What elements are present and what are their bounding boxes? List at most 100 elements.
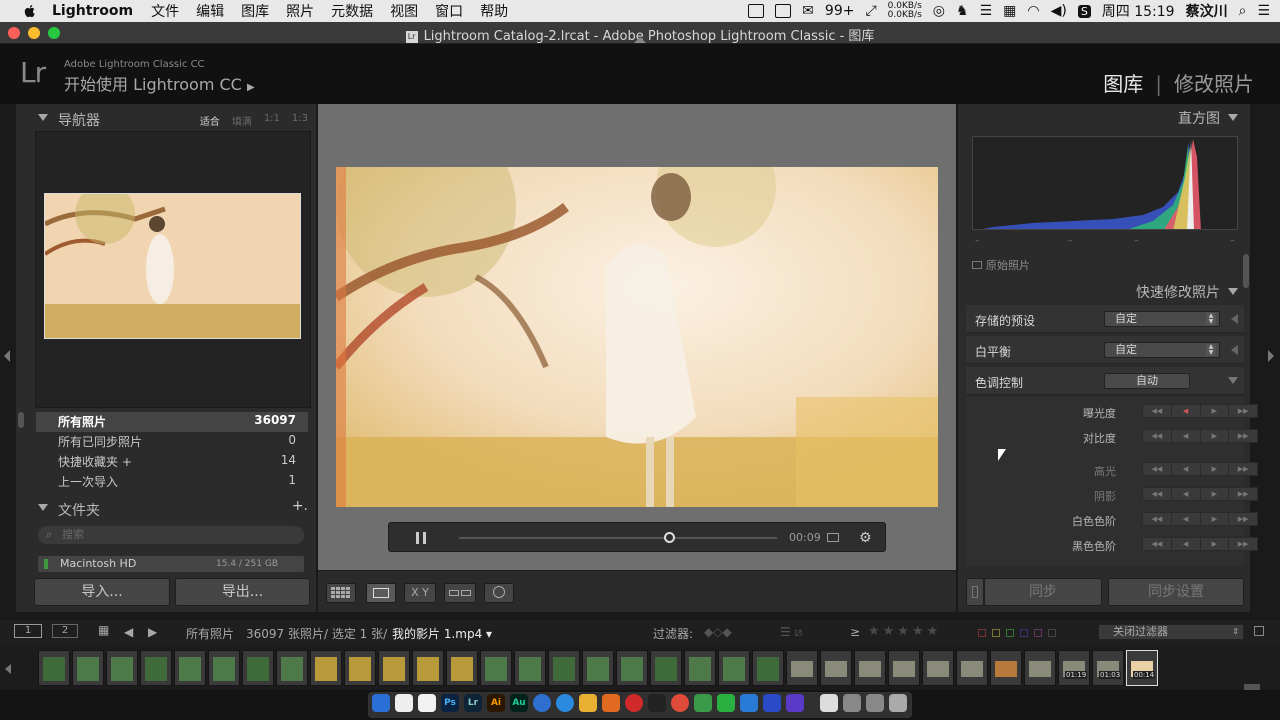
module-library[interactable]: 图库 xyxy=(1103,72,1143,96)
1password-icon[interactable] xyxy=(533,694,551,712)
finder-icon[interactable] xyxy=(372,694,390,712)
left-panel-scrollbar[interactable] xyxy=(18,412,24,428)
step-large-up[interactable]: ▶▶ xyxy=(1229,463,1257,475)
filmstrip-thumbnail[interactable] xyxy=(752,650,784,686)
sogou-icon[interactable]: S xyxy=(1077,4,1091,18)
forward-arrow-icon[interactable]: ▶ xyxy=(148,625,157,639)
step-large-down[interactable]: ◀◀ xyxy=(1143,430,1172,442)
step-large-down[interactable]: ◀◀ xyxy=(1143,538,1172,550)
filmstrip-thumbnail[interactable] xyxy=(514,650,546,686)
office-icon[interactable] xyxy=(602,694,620,712)
trash-icon[interactable] xyxy=(889,694,907,712)
filter-lock-icon[interactable] xyxy=(1254,626,1264,636)
sketch-icon[interactable] xyxy=(579,694,597,712)
yellow-label-filter[interactable] xyxy=(992,629,1000,637)
catalog-row-previous-import[interactable]: 上一次导入 1 xyxy=(36,470,308,490)
identity-main[interactable]: 开始使用 Lightroom CC ▶ xyxy=(64,71,255,95)
custom-label-filter[interactable] xyxy=(1048,629,1056,637)
rating-operator[interactable]: ≥ xyxy=(850,625,860,639)
step-small-up[interactable]: ▶ xyxy=(1201,513,1230,525)
photoshop-icon[interactable]: Ps xyxy=(441,694,459,712)
step-small-down[interactable]: ◀ xyxy=(1172,513,1201,525)
menu-edit[interactable]: 编辑 xyxy=(196,1,224,21)
main-video-frame[interactable] xyxy=(336,167,938,507)
user-name[interactable]: 蔡汶川 xyxy=(1186,1,1228,21)
filmstrip-thumbnail[interactable] xyxy=(72,650,104,686)
back-arrow-icon[interactable]: ◀ xyxy=(124,625,133,639)
gear-icon[interactable]: ⚙ xyxy=(859,530,872,546)
filmstrip-thumbnail[interactable]: 01:19 xyxy=(1058,650,1090,686)
wifi-icon[interactable]: ◠ xyxy=(1027,3,1039,19)
filmstrip-thumbnail[interactable] xyxy=(38,650,70,686)
expand-arrow-icon[interactable] xyxy=(1231,314,1238,324)
identity-main-text[interactable]: 开始使用 Lightroom CC xyxy=(64,75,242,94)
video-scrubber-handle[interactable] xyxy=(663,532,675,543)
step-small-down[interactable]: ◀ xyxy=(1172,538,1201,550)
filmstrip-thumbnail[interactable] xyxy=(922,650,954,686)
survey-view-button[interactable] xyxy=(444,583,476,603)
creative-cloud-icon[interactable]: ◎ xyxy=(933,3,945,19)
catalog-row-quick-collection[interactable]: 快捷收藏夹 + 14 xyxy=(36,450,308,470)
filmstrip-thumbnail[interactable] xyxy=(650,650,682,686)
menu-help[interactable]: 帮助 xyxy=(480,1,508,21)
show-original-toggle[interactable]: 原始照片 xyxy=(972,257,1030,273)
filmstrip-thumbnail[interactable] xyxy=(310,650,342,686)
wechat-icon[interactable]: ✉ xyxy=(802,3,814,19)
zoom-1-3[interactable]: 1:3 xyxy=(292,113,308,128)
loupe-view-button[interactable] xyxy=(366,583,396,603)
collapse-top-icon[interactable] xyxy=(634,37,646,43)
qq-icon[interactable] xyxy=(648,694,666,712)
notification-count[interactable]: 99+ xyxy=(825,3,855,19)
filmstrip-thumbnail[interactable] xyxy=(616,650,648,686)
histogram-header[interactable]: 直方图 xyxy=(1178,108,1238,128)
folder-stack-icon[interactable] xyxy=(866,694,884,712)
filmstrip-thumbnail[interactable]: 00:14 xyxy=(1126,650,1158,686)
right-panel-toggle-icon[interactable] xyxy=(1268,350,1274,362)
white-balance-select[interactable]: 自定 ▲ ▼ xyxy=(1104,342,1220,358)
navigator-thumbnail[interactable] xyxy=(44,193,301,339)
saved-preset-select[interactable]: 自定 ▲ ▼ xyxy=(1104,311,1220,327)
sync-button[interactable]: 同步 xyxy=(984,578,1102,606)
filmstrip-thumbnail[interactable] xyxy=(888,650,920,686)
current-file[interactable]: 我的影片 1.mp4 ▾ xyxy=(392,625,492,642)
collapse-triangle-icon[interactable] xyxy=(1228,114,1238,121)
lightroom-dock-icon[interactable]: Lr xyxy=(464,694,482,712)
filmstrip-thumbnail[interactable] xyxy=(480,650,512,686)
filmstrip-thumbnail[interactable] xyxy=(344,650,376,686)
filmstrip-thumbnail[interactable] xyxy=(820,650,852,686)
wechat-dock-icon[interactable] xyxy=(717,694,735,712)
sync-switch[interactable] xyxy=(966,578,984,606)
app-menu[interactable]: Lightroom xyxy=(52,3,133,19)
step-large-up[interactable]: ▶▶ xyxy=(1229,430,1257,442)
step-large-down[interactable]: ◀◀ xyxy=(1143,463,1172,475)
filmstrip-thumbnail[interactable] xyxy=(548,650,580,686)
filmstrip-thumbnail[interactable] xyxy=(242,650,274,686)
menu-view[interactable]: 视图 xyxy=(390,1,418,21)
zoom-1-1[interactable]: 1:1 xyxy=(264,113,280,128)
menu-file[interactable]: 文件 xyxy=(151,1,179,21)
spotlight-search-icon[interactable]: ⌕ xyxy=(1239,3,1247,19)
notes-icon[interactable] xyxy=(418,694,436,712)
purple-label-filter[interactable] xyxy=(1034,629,1042,637)
grid-icon[interactable]: ▦ xyxy=(1003,3,1016,19)
calendar-icon[interactable] xyxy=(395,694,413,712)
compare-view-button[interactable]: X Y xyxy=(404,583,436,603)
menu-library[interactable]: 图库 xyxy=(241,1,269,21)
filmstrip-thumbnail[interactable] xyxy=(956,650,988,686)
volume-macintosh-hd[interactable]: Macintosh HD 15.4 / 251 GB xyxy=(38,556,304,572)
import-button[interactable]: 导入... xyxy=(34,578,170,606)
filmstrip-thumbnail[interactable] xyxy=(174,650,206,686)
auto-tone-button[interactable]: 自动 xyxy=(1104,373,1190,389)
grid-icon[interactable]: ▦ xyxy=(98,623,109,637)
step-small-up[interactable]: ▶ xyxy=(1201,430,1230,442)
step-small-down[interactable]: ◀ xyxy=(1172,405,1201,417)
filmstrip-thumbnail[interactable] xyxy=(446,650,478,686)
downloads-icon[interactable] xyxy=(843,694,861,712)
filmstrip-thumbnail[interactable] xyxy=(106,650,138,686)
resize-icon[interactable]: ⤢ xyxy=(865,3,876,19)
filmstrip-thumbnail[interactable] xyxy=(276,650,308,686)
step-small-down[interactable]: ◀ xyxy=(1172,430,1201,442)
illustrator-icon[interactable]: Ai xyxy=(487,694,505,712)
apple-icon[interactable] xyxy=(22,3,38,19)
filmstrip-thumbnail[interactable] xyxy=(786,650,818,686)
